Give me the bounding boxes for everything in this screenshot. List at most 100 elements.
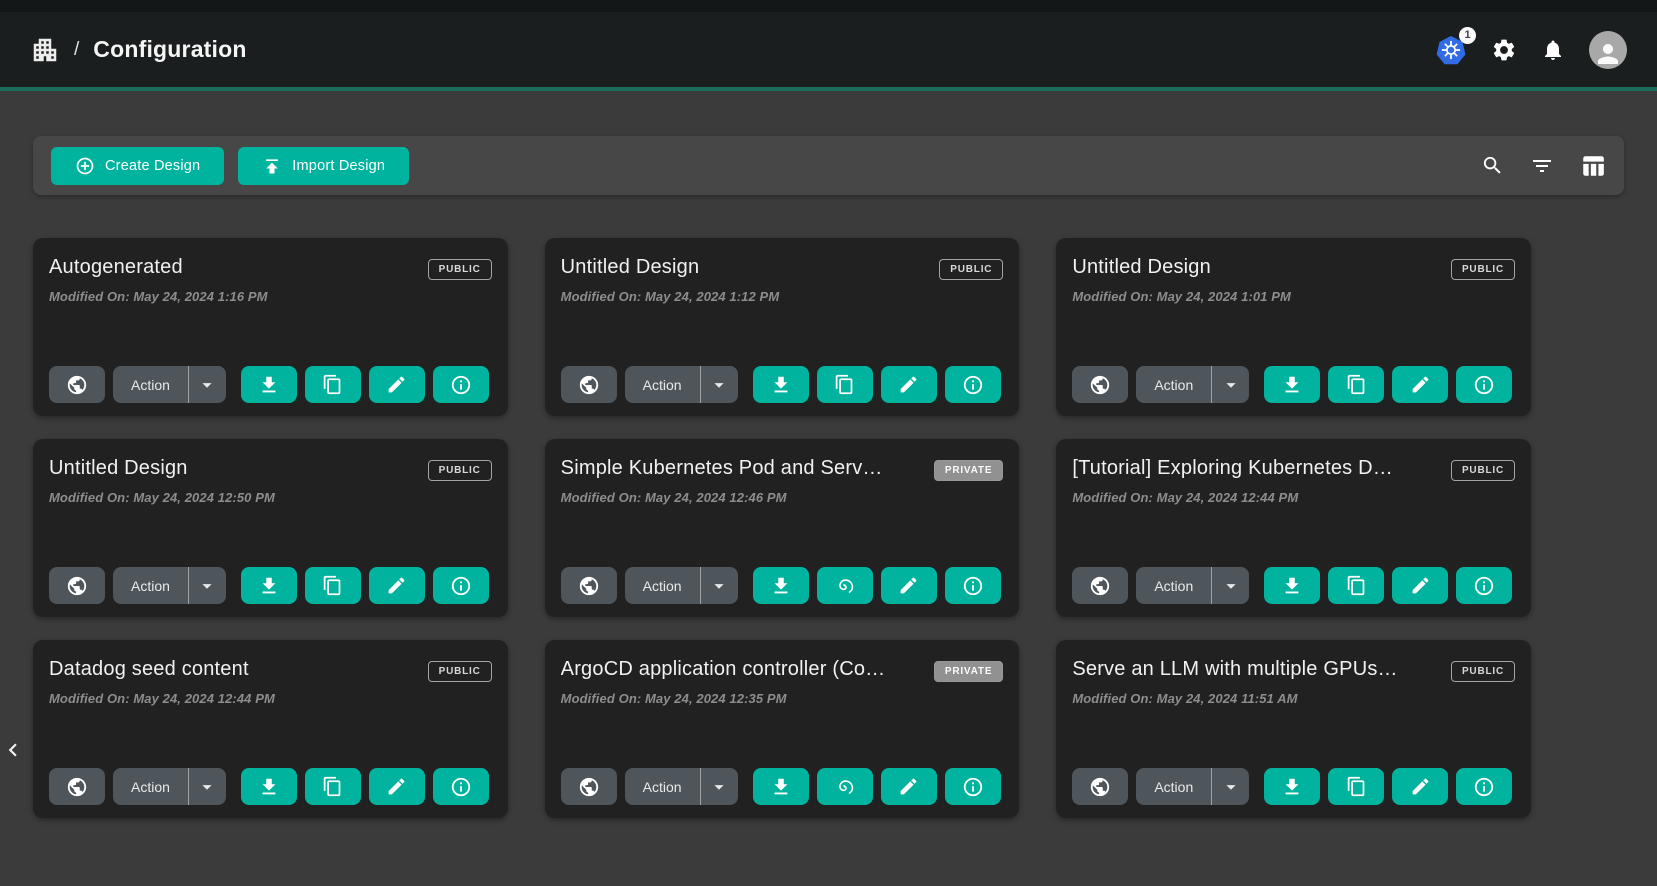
clone-button[interactable] xyxy=(1328,567,1384,604)
visibility-globe-button[interactable] xyxy=(1072,567,1128,604)
action-button[interactable]: Action xyxy=(113,366,188,403)
modified-timestamp: Modified On: May 24, 2024 1:01 PM xyxy=(1072,289,1515,304)
visibility-globe-button[interactable] xyxy=(49,567,105,604)
clone-button[interactable] xyxy=(817,567,873,604)
edit-button[interactable] xyxy=(881,567,937,604)
action-dropdown-button[interactable] xyxy=(1211,366,1249,403)
info-button[interactable] xyxy=(945,567,1001,604)
edit-button[interactable] xyxy=(881,366,937,403)
plus-circle-icon xyxy=(75,156,95,176)
edit-button[interactable] xyxy=(1392,366,1448,403)
create-design-button[interactable]: Create Design xyxy=(51,147,224,185)
breadcrumb-separator: / xyxy=(74,39,79,61)
info-button[interactable] xyxy=(945,768,1001,805)
download-button[interactable] xyxy=(241,567,297,604)
visibility-globe-button[interactable] xyxy=(49,366,105,403)
chevron-down-icon xyxy=(708,776,730,798)
action-split-button: Action xyxy=(1136,768,1249,805)
filter-button[interactable] xyxy=(1530,154,1554,178)
action-dropdown-button[interactable] xyxy=(188,768,226,805)
action-dropdown-button[interactable] xyxy=(700,567,738,604)
action-dropdown-button[interactable] xyxy=(700,768,738,805)
clone-icon xyxy=(1346,575,1367,596)
edit-button[interactable] xyxy=(369,366,425,403)
action-button[interactable]: Action xyxy=(113,567,188,604)
download-button[interactable] xyxy=(753,567,809,604)
clone-button[interactable] xyxy=(305,366,361,403)
download-button[interactable] xyxy=(241,366,297,403)
search-button[interactable] xyxy=(1481,154,1504,177)
info-button[interactable] xyxy=(1456,366,1512,403)
clone-button[interactable] xyxy=(817,768,873,805)
action-dropdown-button[interactable] xyxy=(188,366,226,403)
sidebar-collapse-handle[interactable] xyxy=(0,735,22,765)
info-button[interactable] xyxy=(1456,768,1512,805)
kubernetes-context-button[interactable]: 1 xyxy=(1435,34,1467,66)
notifications-button[interactable] xyxy=(1541,38,1565,62)
design-card: [Tutorial] Exploring Kubernetes D… PUBLI… xyxy=(1056,439,1531,617)
designs-grid: Autogenerated PUBLIC Modified On: May 24… xyxy=(33,238,1531,818)
chevron-down-icon xyxy=(1220,575,1242,597)
clone-button[interactable] xyxy=(1328,366,1384,403)
pencil-icon xyxy=(1410,374,1431,395)
clone-button[interactable] xyxy=(1328,768,1384,805)
design-card: Datadog seed content PUBLIC Modified On:… xyxy=(33,640,508,818)
clone-button[interactable] xyxy=(305,567,361,604)
visibility-globe-button[interactable] xyxy=(561,567,617,604)
download-icon xyxy=(258,374,280,396)
action-button[interactable]: Action xyxy=(1136,366,1211,403)
info-button[interactable] xyxy=(945,366,1001,403)
user-avatar[interactable] xyxy=(1589,31,1627,69)
settings-button[interactable] xyxy=(1491,37,1517,63)
edit-button[interactable] xyxy=(369,567,425,604)
action-dropdown-button[interactable] xyxy=(1211,567,1249,604)
download-button[interactable] xyxy=(1264,768,1320,805)
person-icon xyxy=(1593,39,1623,69)
visibility-globe-button[interactable] xyxy=(1072,768,1128,805)
action-button[interactable]: Action xyxy=(625,567,700,604)
card-actions: Action xyxy=(561,366,1004,403)
action-button[interactable]: Action xyxy=(625,768,700,805)
import-design-button[interactable]: Import Design xyxy=(238,147,409,185)
edit-button[interactable] xyxy=(881,768,937,805)
info-icon xyxy=(1473,575,1495,597)
visibility-globe-button[interactable] xyxy=(49,768,105,805)
table-view-button[interactable] xyxy=(1580,153,1606,179)
action-dropdown-button[interactable] xyxy=(188,567,226,604)
download-button[interactable] xyxy=(1264,567,1320,604)
chevron-down-icon xyxy=(708,575,730,597)
card-actions: Action xyxy=(1072,768,1515,805)
clone-button[interactable] xyxy=(305,768,361,805)
edit-button[interactable] xyxy=(1392,567,1448,604)
spiral-icon xyxy=(834,776,856,798)
download-button[interactable] xyxy=(241,768,297,805)
pencil-icon xyxy=(898,776,919,797)
upload-icon xyxy=(262,156,282,176)
design-title: Untitled Design xyxy=(1072,256,1211,279)
visibility-globe-button[interactable] xyxy=(561,768,617,805)
edit-button[interactable] xyxy=(369,768,425,805)
info-button[interactable] xyxy=(1456,567,1512,604)
info-button[interactable] xyxy=(433,567,489,604)
info-button[interactable] xyxy=(433,366,489,403)
visibility-badge: PUBLIC xyxy=(939,259,1003,280)
download-button[interactable] xyxy=(1264,366,1320,403)
action-button[interactable]: Action xyxy=(1136,567,1211,604)
card-actions: Action xyxy=(49,567,492,604)
clone-button[interactable] xyxy=(817,366,873,403)
action-split-button: Action xyxy=(625,567,738,604)
visibility-globe-button[interactable] xyxy=(1072,366,1128,403)
organization-building-icon[interactable] xyxy=(30,35,60,65)
visibility-globe-button[interactable] xyxy=(561,366,617,403)
action-button[interactable]: Action xyxy=(625,366,700,403)
info-button[interactable] xyxy=(433,768,489,805)
download-button[interactable] xyxy=(753,768,809,805)
toolbar-view-controls xyxy=(1481,153,1606,179)
action-button[interactable]: Action xyxy=(1136,768,1211,805)
pencil-icon xyxy=(386,776,407,797)
download-button[interactable] xyxy=(753,366,809,403)
edit-button[interactable] xyxy=(1392,768,1448,805)
action-dropdown-button[interactable] xyxy=(700,366,738,403)
action-dropdown-button[interactable] xyxy=(1211,768,1249,805)
action-button[interactable]: Action xyxy=(113,768,188,805)
